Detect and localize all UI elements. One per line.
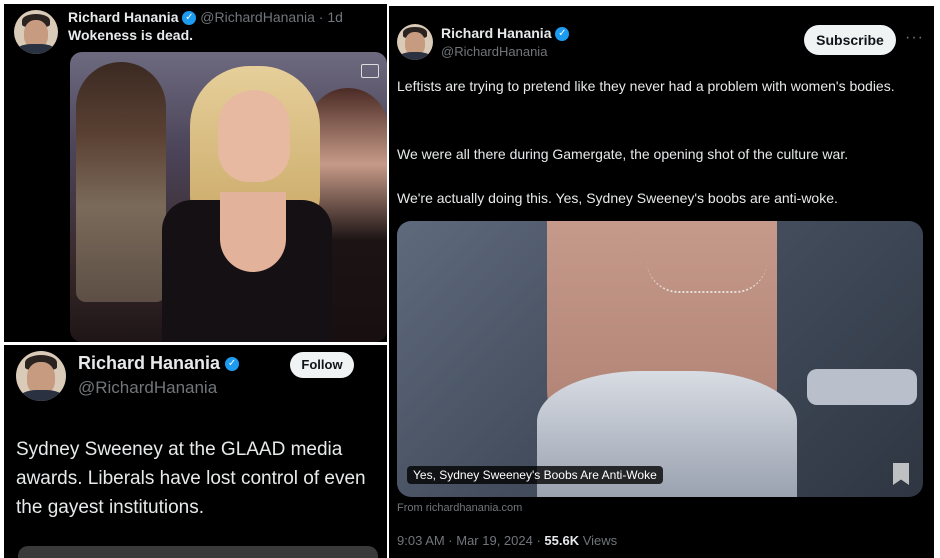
tweet-media[interactable] (70, 52, 387, 342)
card-necklace (647, 261, 767, 293)
link-card[interactable]: Yes, Sydney Sweeney's Boobs Are Anti-Wok… (397, 221, 923, 497)
tweet-glaad: Richard Hanania ✓ @RichardHanania Follow… (4, 345, 387, 558)
subscribe-button[interactable]: Subscribe (804, 25, 896, 55)
views-label: Views (579, 533, 618, 548)
follow-button[interactable]: Follow (290, 352, 354, 378)
more-icon[interactable]: ··· (905, 29, 924, 47)
verified-badge-icon: ✓ (225, 357, 240, 372)
author-handle[interactable]: @RichardHanania (441, 44, 547, 59)
media-figure-left (76, 62, 166, 302)
avatar[interactable] (397, 24, 433, 60)
card-sleeve (807, 369, 917, 405)
author-handle[interactable]: @RichardHanania (78, 378, 217, 398)
tweet-paragraph: Leftists are trying to pretend like they… (397, 78, 895, 94)
card-source[interactable]: From richardhanania.com (397, 502, 522, 514)
gif-icon (361, 64, 379, 78)
avatar[interactable] (14, 10, 58, 54)
timestamp[interactable]: 9:03 AM · Mar 19, 2024 · (397, 533, 544, 548)
verified-badge-icon: ✓ (182, 11, 197, 26)
verified-badge-icon: ✓ (555, 27, 570, 42)
media-face (218, 90, 290, 182)
card-title[interactable]: Yes, Sydney Sweeney's Boobs Are Anti-Wok… (407, 466, 663, 484)
tweet-paragraph: We were all there during Gamergate, the … (397, 146, 849, 162)
tweet-paragraph: We're actually doing this. Yes, Sydney S… (397, 190, 838, 206)
tweet-header: Richard Hanania ✓ @RichardHanania · 1d (68, 9, 343, 26)
tweet-wokeness: Richard Hanania ✓ @RichardHanania · 1d W… (4, 4, 387, 342)
author-name[interactable]: Richard Hanania ✓ (78, 353, 240, 374)
media-skin (220, 192, 286, 272)
tweet-text: Wokeness is dead. (68, 27, 194, 43)
tweet-media[interactable] (18, 546, 378, 558)
author-name[interactable]: Richard Hanania ✓ (441, 25, 570, 42)
avatar[interactable] (16, 351, 66, 401)
tweet-meta: 9:03 AM · Mar 19, 2024 · 55.6K Views (397, 533, 617, 548)
bookmark-icon[interactable] (893, 463, 909, 485)
author-handle[interactable]: @RichardHanania (200, 9, 315, 25)
views-count: 55.6K (544, 533, 580, 548)
tweet-text: Sydney Sweeney at the GLAAD media awards… (16, 439, 366, 518)
tweet-anti-woke: Richard Hanania ✓ @RichardHanania Subscr… (389, 6, 934, 558)
author-name[interactable]: Richard Hanania (68, 9, 178, 25)
tweet-time[interactable]: · 1d (319, 9, 343, 25)
